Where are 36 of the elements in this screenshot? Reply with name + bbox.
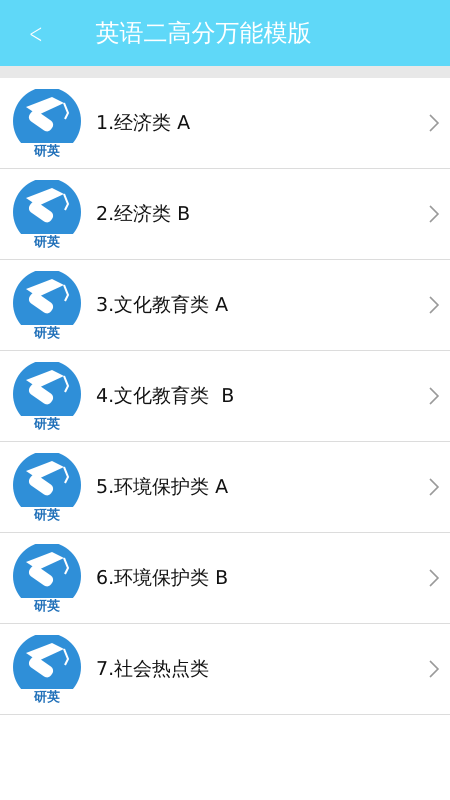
list-item[interactable]: 研英 7.社会热点类 <box>0 624 450 715</box>
chevron-icon <box>428 477 440 497</box>
graduation-logo-icon <box>12 452 82 506</box>
chevron-icon <box>428 386 440 406</box>
list-item[interactable]: 研英 4.文化教育类 B <box>0 351 450 442</box>
logo-text: 研英 <box>34 144 60 158</box>
list-item[interactable]: 研英 1.经济类 A <box>0 78 450 169</box>
graduation-logo-icon <box>12 634 82 688</box>
graduation-logo-icon <box>12 180 82 234</box>
logo-text: 研英 <box>34 326 60 340</box>
chevron-icon <box>428 659 440 679</box>
list-item[interactable]: 研英 3.文化教育类 A <box>0 260 450 351</box>
item-label: 7.社会热点类 <box>96 657 210 682</box>
logo-text: 研英 <box>34 600 60 612</box>
list-item[interactable]: 研英 5.环境保护类 A <box>0 442 450 533</box>
item-label: 2.经济类 B <box>96 202 192 227</box>
graduation-logo-icon <box>12 270 82 324</box>
item-label: 6.环境保护类 B <box>96 566 230 591</box>
chevron-icon <box>428 113 440 133</box>
graduation-logo-icon <box>12 362 82 416</box>
item-label: 5.环境保护类 A <box>96 475 230 500</box>
item-label: 1.经济类 A <box>96 111 192 136</box>
chevron-icon <box>428 204 440 224</box>
graduation-logo-icon <box>12 88 82 142</box>
list-item[interactable]: 研英 6.环境保护类 B <box>0 533 450 624</box>
logo-text: 研英 <box>34 690 60 704</box>
item-label: 4.文化教育类 B <box>96 384 236 409</box>
chevron-icon <box>428 295 440 315</box>
graduation-logo-icon <box>12 544 82 598</box>
list-item[interactable]: 研英 2.经济类 B <box>0 169 450 260</box>
logo-text: 研英 <box>34 418 60 430</box>
logo-text: 研英 <box>34 236 60 248</box>
logo-text: 研英 <box>34 508 60 522</box>
page-title: 英语二高分万能模版 <box>95 18 312 49</box>
item-label: 3.文化教育类 A <box>96 293 230 318</box>
chevron-icon <box>428 568 440 588</box>
